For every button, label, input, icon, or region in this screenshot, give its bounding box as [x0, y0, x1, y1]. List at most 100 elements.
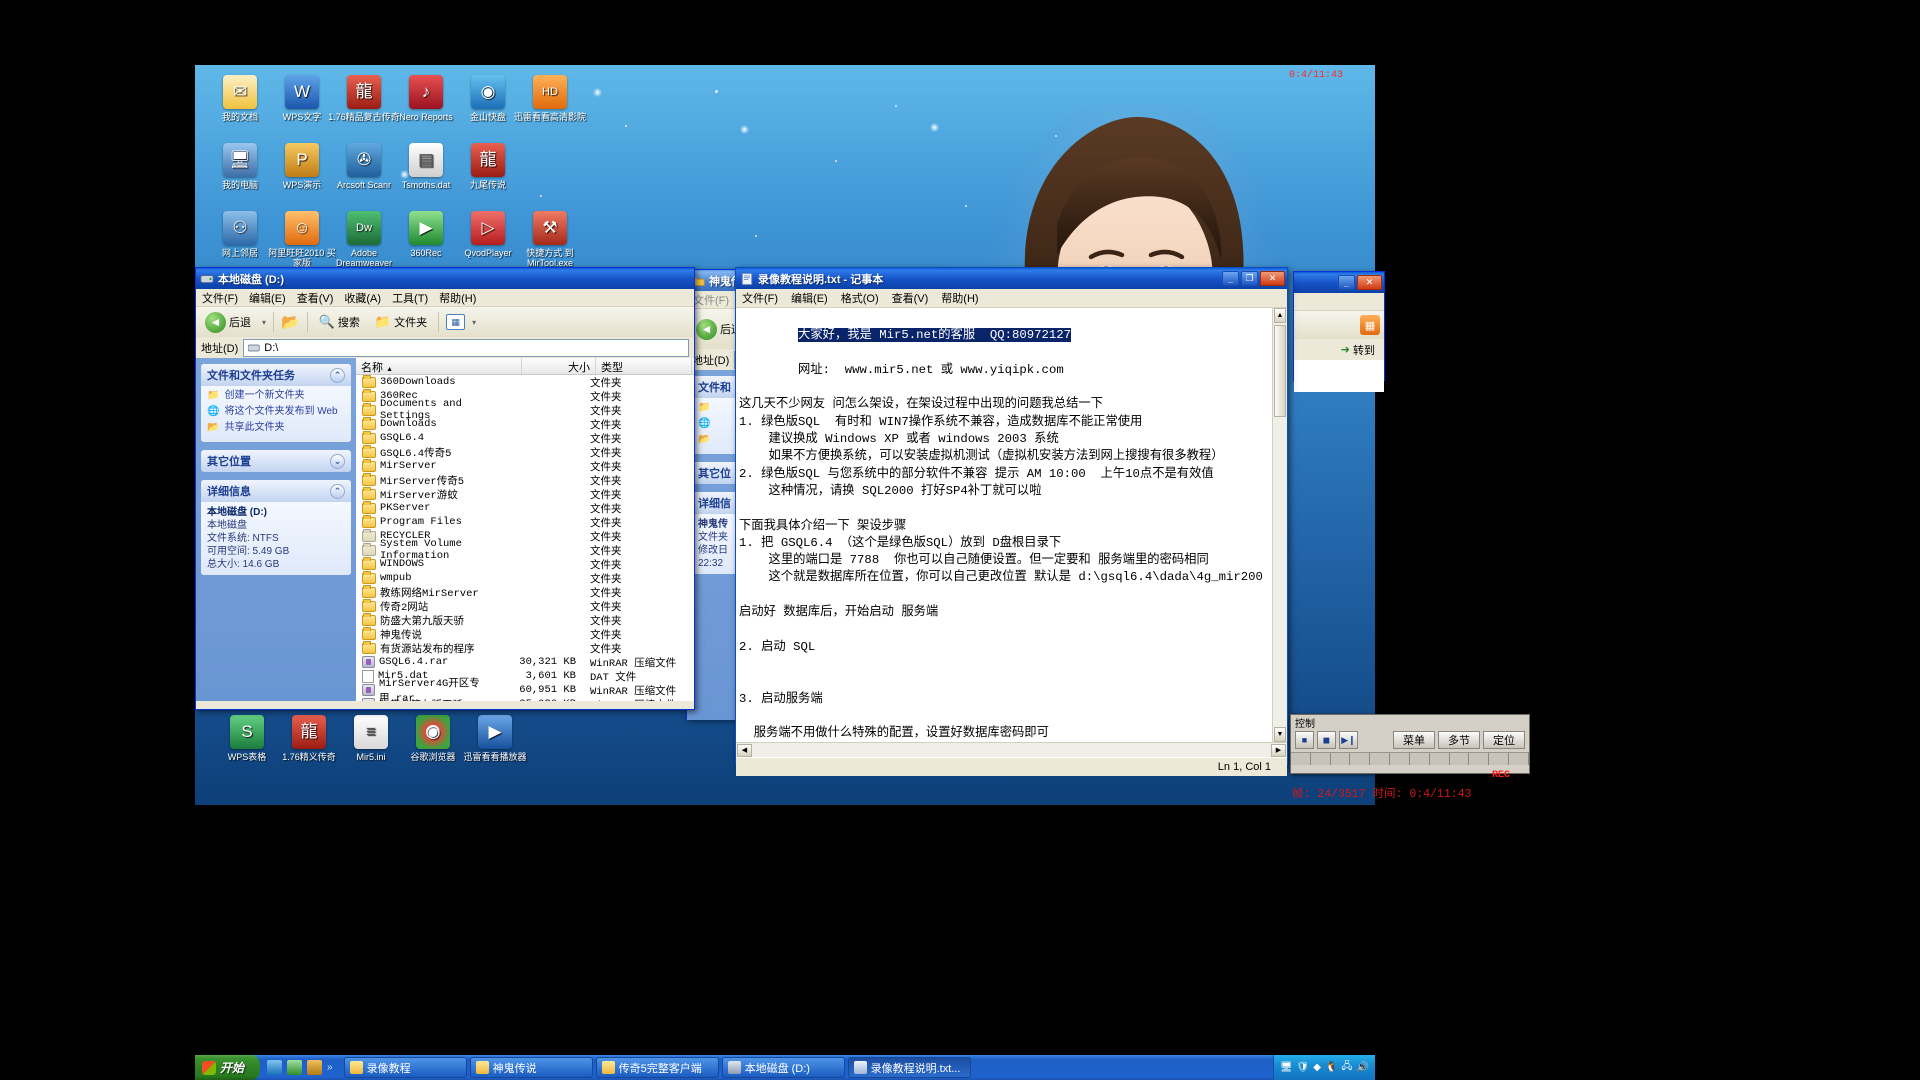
- menu-help[interactable]: 帮助(H): [439, 290, 476, 306]
- menu-bar[interactable]: 文件(F) 编辑(E) 查看(V) 收藏(A) 工具(T) 帮助(H): [196, 289, 694, 307]
- table-row[interactable]: wmpub 文件夹: [356, 570, 694, 586]
- panel-file-folder-tasks[interactable]: 文件和文件夹任务 ⌃ 📁 创建一个新文件夹 🌐 将这个文件夹发布到 Web 📂: [201, 364, 351, 442]
- column-size[interactable]: 大小: [522, 358, 596, 374]
- chevron-down-icon[interactable]: ▾: [262, 318, 266, 327]
- taskbar-item-active[interactable]: 录像教程说明.txt...: [847, 1057, 971, 1078]
- network-icon[interactable]: 🖧: [1341, 1059, 1352, 1076]
- chapter-button[interactable]: 多节: [1438, 731, 1480, 749]
- address-bar[interactable]: ➜ 转到: [1294, 339, 1384, 360]
- maximize-button[interactable]: ❐: [1241, 271, 1258, 286]
- address-input[interactable]: D:\: [243, 338, 689, 357]
- taskbar-item[interactable]: 本地磁盘 (D:): [721, 1057, 845, 1078]
- stop-button[interactable]: ■: [1295, 731, 1314, 749]
- scroll-thumb[interactable]: [1274, 325, 1286, 417]
- explorer-window-partial[interactable]: _ ✕ ▦ ➜ 转到: [1293, 271, 1385, 392]
- table-row[interactable]: 有货源站发布的程序 文件夹: [356, 640, 694, 656]
- table-row[interactable]: GSQL6.4传奇5 文件夹: [356, 444, 694, 460]
- table-row[interactable]: 教练网络MirServer 文件夹: [356, 584, 694, 600]
- menu-file[interactable]: 文件(F): [693, 292, 729, 308]
- chevron-up-icon[interactable]: ⌃: [330, 367, 345, 383]
- back-button[interactable]: ◄ 后退: [201, 311, 255, 334]
- start-button[interactable]: 开始: [195, 1055, 261, 1080]
- menu-edit[interactable]: 编辑(E): [791, 290, 828, 306]
- notepad-text-area[interactable]: 大家好，我是 Mir5.net的客服 QQ:80972127 网址: www.m…: [736, 308, 1287, 742]
- share-folder-link[interactable]: 📂 共享此文件夹: [207, 422, 345, 434]
- quick-launch[interactable]: »: [260, 1060, 340, 1075]
- horizontal-scrollbar[interactable]: ◀ ▶: [736, 742, 1287, 757]
- table-row[interactable]: MirServer4G开区专用.rar 60,951 KB WinRAR 压缩文件: [356, 678, 694, 701]
- table-row[interactable]: MirServer游蚊 文件夹: [356, 486, 694, 502]
- file-list-header[interactable]: 名称 ▲ 大小 类型: [356, 358, 694, 375]
- window-controls[interactable]: _ ✕: [1338, 275, 1382, 290]
- menu-file[interactable]: 文件(F): [742, 290, 778, 306]
- chevron-down-icon[interactable]: ⌄: [330, 453, 345, 469]
- table-row[interactable]: GSQL6.4 文件夹: [356, 430, 694, 446]
- table-row[interactable]: GSQL6.4.rar 30,321 KB WinRAR 压缩文件: [356, 655, 694, 670]
- taskbar-item[interactable]: 传奇5完整客户端: [595, 1057, 719, 1078]
- new-folder-link[interactable]: 📁 创建一个新文件夹: [207, 390, 345, 402]
- go-button[interactable]: ➜ 转到: [1337, 341, 1379, 359]
- toolbar[interactable]: ▦: [1294, 311, 1384, 339]
- task-buttons[interactable]: 录像教程 神鬼传说 传奇5完整客户端 本地磁盘 (D:) 录像教程说明.txt.…: [340, 1057, 1273, 1078]
- scroll-down-arrow[interactable]: ▼: [1274, 727, 1286, 742]
- recorder-timeline[interactable]: [1291, 752, 1529, 765]
- desktop-icon[interactable]: ⚒ 快捷方式 到 MirTool.exe: [513, 211, 587, 268]
- table-row[interactable]: Downloads 文件夹: [356, 416, 694, 432]
- views-icon[interactable]: ▦: [1360, 315, 1380, 335]
- table-row[interactable]: System Volume Information 文件夹: [356, 538, 694, 562]
- scroll-up-arrow[interactable]: ▲: [1274, 308, 1286, 323]
- column-type[interactable]: 类型: [596, 358, 692, 374]
- antivirus-icon[interactable]: ◆: [1313, 1062, 1321, 1073]
- volume-icon[interactable]: 🔊: [1357, 1062, 1369, 1073]
- notepad-window[interactable]: 录像教程说明.txt - 记事本 _ ❐ ✕ 文件(F) 编辑(E) 格式(O)…: [735, 267, 1288, 776]
- views-icon[interactable]: ▦: [446, 314, 466, 330]
- menu-view[interactable]: 查看(V): [892, 290, 929, 306]
- table-row[interactable]: Documents and Settings 文件夹: [356, 398, 694, 422]
- panel-header[interactable]: 详细信息 ⌃: [201, 480, 351, 502]
- menu-file[interactable]: 文件(F): [202, 290, 238, 306]
- vertical-scrollbar[interactable]: ▲ ▼: [1272, 308, 1287, 742]
- taskbar-item[interactable]: 录像教程: [343, 1057, 467, 1078]
- address-bar[interactable]: 地址(D) D:\: [196, 337, 694, 358]
- chevron-right-icon[interactable]: »: [327, 1062, 333, 1073]
- table-row[interactable]: WINDOWS 文件夹: [356, 556, 694, 572]
- menu-button[interactable]: 菜单: [1393, 731, 1435, 749]
- table-row[interactable]: 防盛大第九版天骄 文件夹: [356, 612, 694, 628]
- taskbar[interactable]: 开始 » 录像教程 神鬼传说 传奇5完整客户端 本地磁盘 (D:) 录像教程说明…: [195, 1055, 1375, 1080]
- publish-web-link[interactable]: 🌐 将这个文件夹发布到 Web: [207, 406, 345, 418]
- title-bar[interactable]: _ ✕: [1294, 272, 1384, 293]
- taskbar-item[interactable]: 神鬼传说: [469, 1057, 593, 1078]
- file-list[interactable]: 名称 ▲ 大小 类型 360Downloads 文件夹 360Rec 文件夹 Docum…: [356, 358, 694, 701]
- menu-help[interactable]: 帮助(H): [941, 290, 978, 306]
- menu-tools[interactable]: 工具(T): [392, 290, 428, 306]
- chevron-down-icon[interactable]: ▾: [472, 318, 476, 327]
- window-controls[interactable]: _ ❐ ✕: [1222, 271, 1285, 286]
- panel-details[interactable]: 详细信息 ⌃ 本地磁盘 (D:) 本地磁盘 文件系统: NTFS 可用空间: 5…: [201, 480, 351, 575]
- table-row[interactable]: MirServer传奇5 文件夹: [356, 472, 694, 488]
- menu-bar[interactable]: [1294, 293, 1384, 311]
- title-bar[interactable]: 录像教程说明.txt - 记事本 _ ❐ ✕: [736, 268, 1287, 289]
- scroll-left-arrow[interactable]: ◀: [737, 743, 752, 757]
- minimize-button[interactable]: _: [1222, 271, 1239, 286]
- minimize-button[interactable]: _: [1338, 275, 1355, 290]
- menu-edit[interactable]: 编辑(E): [249, 290, 286, 306]
- panel-header[interactable]: 其它位置 ⌄: [201, 450, 351, 472]
- table-row[interactable]: 防盛大第九版天骄.rar25,036 KBWinRAR 压缩文件: [356, 697, 694, 701]
- media-icon[interactable]: [287, 1060, 303, 1075]
- table-row[interactable]: 360Downloads 文件夹: [356, 374, 694, 390]
- desktop-icon[interactable]: HD 迅雷看看高清影院: [513, 75, 587, 122]
- table-row[interactable]: 神鬼传说 文件夹: [356, 626, 694, 642]
- table-row[interactable]: PKServer 文件夹: [356, 500, 694, 516]
- search-button[interactable]: 🔍 搜索: [315, 313, 364, 331]
- locate-button[interactable]: 定位: [1483, 731, 1525, 749]
- table-row[interactable]: MirServer 文件夹: [356, 458, 694, 474]
- table-row[interactable]: Program Files 文件夹: [356, 514, 694, 530]
- panel-header[interactable]: 文件和文件夹任务 ⌃: [201, 364, 351, 386]
- scroll-right-arrow[interactable]: ▶: [1271, 743, 1286, 757]
- desktop-icon[interactable]: ▶ 迅雷看看播放器: [458, 715, 532, 762]
- system-tray[interactable]: 🖥 🛡 ◆ 🐧 🖧 🔊: [1272, 1055, 1375, 1080]
- shield-icon[interactable]: 🛡: [1297, 1062, 1310, 1073]
- column-name[interactable]: 名称 ▲: [356, 358, 522, 374]
- qq-icon[interactable]: 🐧: [1325, 1062, 1337, 1073]
- menu-bar[interactable]: 文件(F) 编辑(E) 格式(O) 查看(V) 帮助(H): [736, 289, 1287, 308]
